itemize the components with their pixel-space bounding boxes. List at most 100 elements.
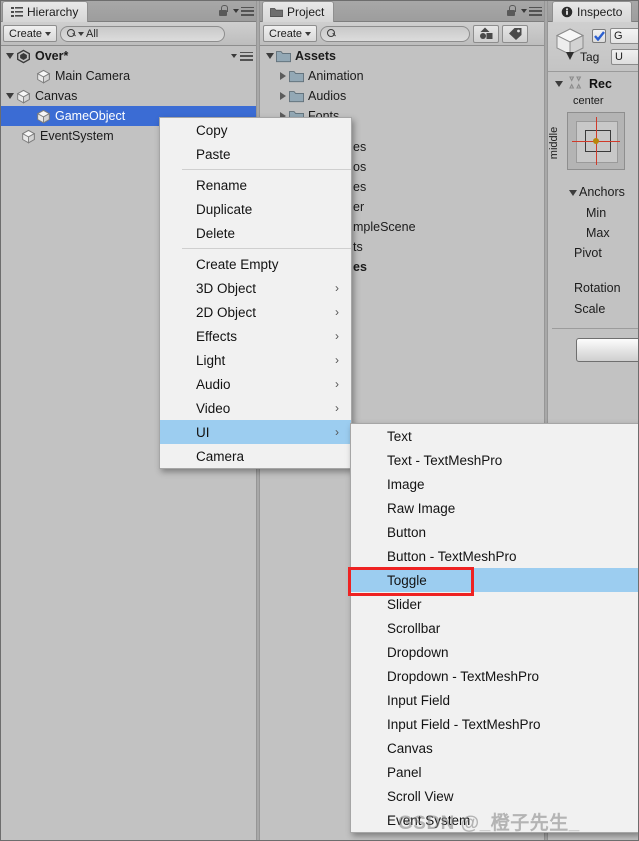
chevron-down-icon[interactable]: [569, 189, 577, 196]
submenu-item-image[interactable]: Image: [351, 472, 638, 496]
inspector-field-label: Anchors: [579, 185, 625, 199]
project-panel-options[interactable]: [506, 5, 542, 17]
project-search-input[interactable]: [320, 25, 471, 42]
menu-item-3d-object[interactable]: 3D Object ›: [160, 276, 351, 300]
chevron-down-icon[interactable]: [555, 81, 563, 87]
inspector-field-min[interactable]: Min: [586, 206, 606, 220]
menu-item-2d-object[interactable]: 2D Object ›: [160, 300, 351, 324]
gameobject-context-menu[interactable]: Copy Paste Rename Duplicate Delete Create Emp…: [159, 117, 352, 469]
menu-item-camera[interactable]: Camera: [160, 444, 351, 468]
hierarchy-panel-options[interactable]: [218, 5, 254, 17]
submenu-item-button[interactable]: Button: [351, 520, 638, 544]
info-icon: [560, 6, 573, 19]
menu-item-delete[interactable]: Delete: [160, 221, 351, 245]
tab-project[interactable]: Project: [262, 1, 335, 22]
project-item-occluded-label: es: [353, 140, 367, 154]
hierarchy-tabbar: Hierarchy: [0, 0, 258, 22]
menu-item-duplicate[interactable]: Duplicate: [160, 197, 351, 221]
hierarchy-create-button[interactable]: Create: [3, 25, 58, 42]
chevron-down-icon[interactable]: [6, 53, 14, 59]
menu-item-copy[interactable]: Copy: [160, 118, 351, 142]
submenu-item-label: Canvas: [387, 740, 433, 756]
search-icon: [67, 29, 76, 38]
submenu-item-label: Button - TextMeshPro: [387, 548, 517, 564]
submenu-item-panel[interactable]: Panel: [351, 760, 638, 784]
submenu-item-scroll-view[interactable]: Scroll View: [351, 784, 638, 808]
search-icon: [327, 29, 336, 38]
add-component-button[interactable]: [576, 338, 639, 362]
submenu-item-slider[interactable]: Slider: [351, 592, 638, 616]
ui-submenu[interactable]: Text Text - TextMeshPro Image Raw Image Butt…: [350, 423, 639, 833]
gameobject-cube-icon: [21, 129, 36, 144]
submenu-item-input-field[interactable]: Input Field: [351, 688, 638, 712]
submenu-item-text[interactable]: Text: [351, 424, 638, 448]
filter-by-label-button[interactable]: [502, 24, 529, 43]
inspector-field-max[interactable]: Max: [586, 226, 610, 240]
filter-by-type-button[interactable]: [473, 24, 500, 43]
scene-menu-icon[interactable]: [240, 51, 253, 61]
submenu-item-dropdown-textmeshpro[interactable]: Dropdown - TextMeshPro: [351, 664, 638, 688]
tab-inspector[interactable]: Inspecto: [552, 1, 633, 22]
submenu-item-label: Input Field: [387, 692, 451, 708]
chevron-right-icon[interactable]: [280, 92, 286, 100]
menu-item-video[interactable]: Video ›: [160, 396, 351, 420]
chevron-right-icon: ›: [335, 401, 339, 415]
menu-icon[interactable]: [241, 6, 254, 16]
tab-hierarchy[interactable]: Hierarchy: [2, 1, 89, 22]
menu-item-ui[interactable]: UI ›: [160, 420, 351, 444]
hierarchy-search-input[interactable]: All: [60, 25, 226, 42]
inspector-field-anchors[interactable]: Anchors: [566, 185, 625, 199]
tab-project-label: Project: [287, 5, 325, 19]
menu-item-light[interactable]: Light ›: [160, 348, 351, 372]
project-item-audios[interactable]: Audios: [260, 86, 546, 106]
chevron-down-icon: [233, 9, 239, 13]
tab-hierarchy-label: Hierarchy: [27, 5, 79, 19]
pivot-handle[interactable]: [593, 138, 599, 144]
gameobject-cube-icon: [16, 89, 31, 104]
inspector-field-pivot[interactable]: Pivot: [574, 246, 602, 260]
chevron-right-icon[interactable]: [280, 72, 286, 80]
menu-item-paste[interactable]: Paste: [160, 142, 351, 166]
menu-item-create-empty[interactable]: Create Empty: [160, 252, 351, 276]
chevron-down-icon[interactable]: [266, 53, 274, 59]
inspector-field-scale[interactable]: Scale: [574, 302, 605, 316]
hierarchy-item-canvas[interactable]: Canvas: [0, 86, 258, 106]
hierarchy-item-main-camera[interactable]: Main Camera: [0, 66, 258, 86]
chevron-down-icon[interactable]: [6, 93, 14, 99]
lock-icon[interactable]: [506, 5, 516, 17]
project-create-button[interactable]: Create: [263, 25, 318, 42]
submenu-item-toggle[interactable]: Toggle: [351, 568, 638, 592]
folder-icon: [289, 90, 304, 103]
project-item-occluded-label: es: [353, 180, 367, 194]
submenu-item-scrollbar[interactable]: Scrollbar: [351, 616, 638, 640]
chevron-right-icon: ›: [335, 305, 339, 319]
menu-item-rename[interactable]: Rename: [160, 173, 351, 197]
submenu-item-canvas[interactable]: Canvas: [351, 736, 638, 760]
submenu-item-button-textmeshpro[interactable]: Button - TextMeshPro: [351, 544, 638, 568]
lock-icon[interactable]: [218, 5, 228, 17]
hierarchy-scene-name: Over*: [35, 49, 69, 63]
project-item-animation[interactable]: Animation: [260, 66, 546, 86]
hierarchy-scene-row[interactable]: Over*: [0, 46, 258, 66]
inspector-field-label: Max: [586, 226, 610, 240]
chevron-right-icon: ›: [335, 329, 339, 343]
submenu-item-label: Text - TextMeshPro: [387, 452, 503, 468]
anchor-preset-widget[interactable]: [567, 112, 625, 170]
menu-item-audio[interactable]: Audio ›: [160, 372, 351, 396]
menu-item-effects[interactable]: Effects ›: [160, 324, 351, 348]
gameobject-active-checkbox[interactable]: [592, 29, 606, 43]
menu-icon[interactable]: [529, 6, 542, 16]
rect-transform-header[interactable]: Rec: [548, 73, 639, 95]
submenu-item-dropdown[interactable]: Dropdown: [351, 640, 638, 664]
inspector-field-rotation[interactable]: Rotation: [574, 281, 621, 295]
gameobject-name-field[interactable]: G: [610, 28, 639, 44]
project-item-occluded-label: er: [353, 200, 365, 214]
submenu-item-input-field-textmeshpro[interactable]: Input Field - TextMeshPro: [351, 712, 638, 736]
gameobject-cube-icon: [36, 69, 51, 84]
tag-dropdown[interactable]: U: [611, 49, 639, 65]
submenu-item-event-system[interactable]: Event System: [351, 808, 638, 832]
project-root-row[interactable]: Assets: [260, 46, 546, 66]
submenu-item-raw-image[interactable]: Raw Image: [351, 496, 638, 520]
submenu-item-text-textmeshpro[interactable]: Text - TextMeshPro: [351, 448, 638, 472]
